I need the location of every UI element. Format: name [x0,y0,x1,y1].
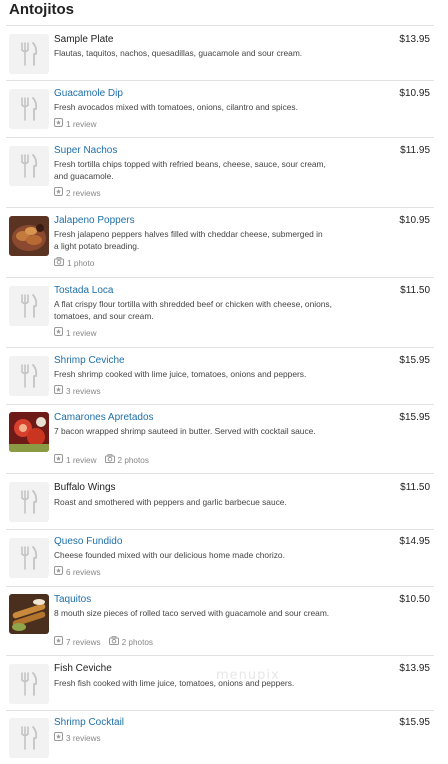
reviews-link[interactable]: 3 reviews [54,732,101,744]
item-description: Flautas, taquitos, nachos, quesadillas, … [54,48,303,58]
reviews-link[interactable]: 1 review [54,118,97,130]
item-price: $11.95 [400,145,430,156]
jalapeno-poppers-photo [9,216,49,256]
item-name[interactable]: Camarones Apretados [54,412,154,424]
review-count: 1 review [66,328,97,338]
item-price: $10.95 [399,88,430,99]
photo-count: 1 photo [67,258,95,268]
menu-item[interactable]: Tostada Loca $11.50 A flat crispy flour … [6,277,434,348]
watermark: menupix [216,668,280,683]
item-name[interactable]: Taquitos [54,594,91,606]
item-name[interactable]: Shrimp Ceviche [54,355,125,367]
item-price: $14.95 [399,536,430,547]
menu-item[interactable]: Jalapeno Poppers $10.95 Fresh jalapeno p… [6,207,434,278]
review-icon [54,566,63,578]
item-price: $11.50 [400,482,430,493]
fork-knife-icon [9,718,49,758]
item-price: $15.95 [399,717,430,728]
review-count: 7 reviews [66,637,101,647]
item-name[interactable]: Fish Ceviche [54,663,112,675]
review-icon [54,454,63,466]
fork-knife-icon [9,286,49,326]
reviews-link[interactable]: 1 review [54,454,97,466]
review-count: 1 review [66,119,97,129]
menu-item[interactable]: Queso Fundido $14.95 Cheese founded mixe… [6,529,434,586]
fork-knife-icon [9,34,49,74]
reviews-link[interactable]: 1 review [54,327,97,339]
item-price: $10.95 [399,215,430,226]
reviews-link[interactable]: 3 reviews [54,385,101,397]
fork-knife-icon [9,146,49,186]
reviews-link[interactable]: 2 reviews [54,187,101,199]
item-description: Fresh avocados mixed with tomatoes, onio… [54,102,298,112]
review-count: 2 reviews [66,188,101,198]
photo-count: 2 photos [117,455,149,465]
item-price: $15.95 [399,355,430,366]
photos-link[interactable]: 2 photos [104,454,149,466]
review-icon [54,187,63,199]
fork-knife-icon [9,538,49,578]
item-photo[interactable] [9,216,49,256]
item-description: 7 bacon wrapped shrimp sauteed in butter… [54,426,316,436]
review-icon [54,385,63,397]
item-name[interactable]: Guacamole Dip [54,88,123,100]
camarones-apretados-photo [9,412,49,452]
item-price: $13.95 [399,34,430,45]
reviews-link[interactable]: 7 reviews [54,636,101,648]
review-count: 3 reviews [66,733,101,743]
camera-icon [54,257,64,269]
review-icon [54,327,63,339]
photo-count: 2 photos [121,637,154,647]
item-description: 8 mouth size pieces of rolled taco serve… [54,608,330,618]
item-description: Fresh tortilla chips topped with refried… [54,159,326,181]
item-name[interactable]: Jalapeno Poppers [54,215,135,227]
item-description: Fresh shrimp cooked with lime juice, tom… [54,369,307,379]
item-description: Cheese founded mixed with our delicious … [54,550,285,560]
item-name[interactable]: Super Nachos [54,145,117,157]
item-description: Fresh fish cooked with lime juice, tomat… [54,678,295,688]
photos-link[interactable]: 1 photo [54,257,94,269]
photos-link[interactable]: 2 photos [108,636,154,648]
item-name[interactable]: Queso Fundido [54,536,122,548]
item-price: $10.50 [399,594,430,605]
item-photo[interactable] [9,594,49,634]
item-name[interactable]: Shrimp Cocktail [54,717,124,729]
menu-item[interactable]: Taquitos $10.50 8 mouth size pieces of r… [6,586,434,656]
item-price: $13.95 [399,663,430,674]
review-icon [54,732,63,744]
section-title: Antojitos [9,1,74,18]
menu-item[interactable]: Shrimp Ceviche $15.95 Fresh shrimp cooke… [6,347,434,404]
menu-item[interactable]: Camarones Apretados $15.95 7 bacon wrapp… [6,404,434,474]
fork-knife-icon [9,356,49,396]
item-price: $15.95 [399,412,430,423]
review-count: 3 reviews [66,386,101,396]
item-description: Fresh jalapeno peppers halves filled wit… [54,229,323,251]
item-photo[interactable] [9,412,49,452]
item-description: Roast and smothered with peppers and gar… [54,497,287,507]
menu-item[interactable]: Sample Plate $13.95 Flautas, taquitos, n… [6,25,434,80]
menu-item[interactable]: Buffalo Wings $11.50 Roast and smothered… [6,473,434,530]
review-count: 1 review [66,455,97,465]
fork-knife-icon [9,664,49,704]
fork-knife-icon [9,482,49,522]
reviews-link[interactable]: 6 reviews [54,566,101,578]
review-count: 6 reviews [66,567,101,577]
camera-icon [104,454,115,466]
review-icon [54,636,63,648]
menu-item[interactable]: Super Nachos $11.95 Fresh tortilla chips… [6,137,434,208]
item-name[interactable]: Tostada Loca [54,285,114,297]
fork-knife-icon [9,89,49,129]
menu-item[interactable]: Guacamole Dip $10.95 Fresh avocados mixe… [6,80,434,137]
item-name[interactable]: Sample Plate [54,34,113,46]
menu-item[interactable]: Shrimp Cocktail $15.95 3 reviews [6,710,434,764]
camera-icon [108,636,119,648]
item-name[interactable]: Buffalo Wings [54,482,116,494]
item-description: A flat crispy flour tortilla with shredd… [54,299,332,321]
review-icon [54,118,63,130]
taquitos-photo [9,594,49,634]
item-price: $11.50 [400,285,430,296]
